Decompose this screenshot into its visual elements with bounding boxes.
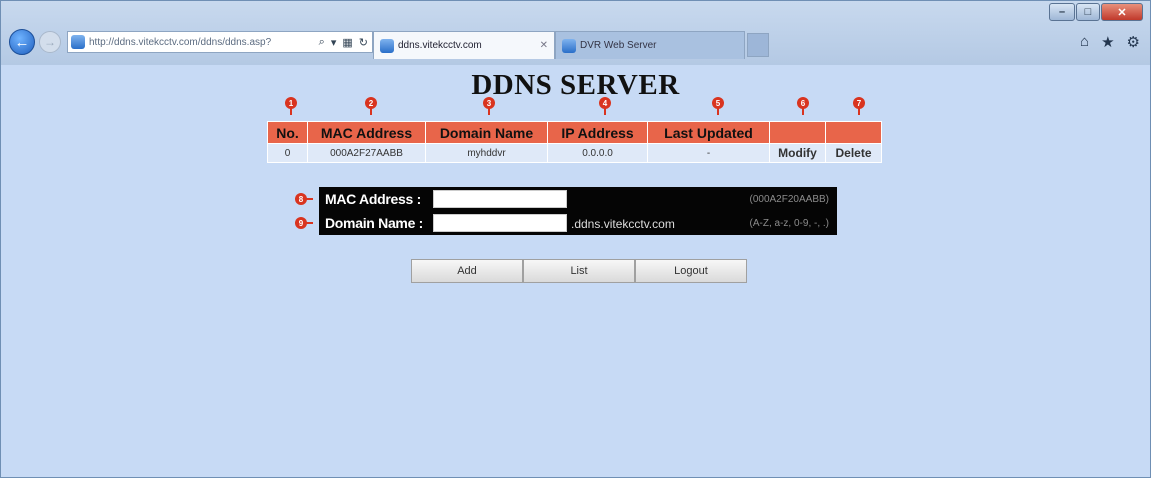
- tab-ddns[interactable]: ddns.vitekcctv.com ✕: [373, 31, 555, 59]
- domain-name-input[interactable]: [433, 214, 567, 232]
- forward-arrow-icon[interactable]: →: [39, 31, 61, 53]
- modify-link[interactable]: Modify: [769, 143, 826, 163]
- tab-page-icon: [562, 38, 576, 53]
- col-header-domain: Domain Name: [425, 121, 548, 144]
- col-header-modify: [769, 121, 826, 144]
- marker-7: 7: [853, 97, 865, 115]
- tab-page-icon: [380, 38, 394, 53]
- browser-chrome: – □ ✕ ← → http://ddns.vitekcctv.com/ddns…: [1, 1, 1150, 65]
- marker-8: 8: [295, 193, 313, 205]
- address-tools: ⌕ ▾ ▦ ↻: [319, 36, 372, 49]
- minimize-button[interactable]: –: [1049, 3, 1075, 21]
- address-bar[interactable]: http://ddns.vitekcctv.com/ddns/ddns.asp?…: [67, 31, 373, 53]
- tab-close-icon[interactable]: ✕: [540, 40, 548, 51]
- gear-icon[interactable]: ⚙: [1127, 33, 1140, 51]
- page-title: DDNS SERVER: [471, 69, 680, 101]
- favorites-star-icon[interactable]: ★: [1101, 33, 1114, 51]
- browser-window: – □ ✕ ← → http://ddns.vitekcctv.com/ddns…: [0, 0, 1151, 478]
- col-header-updated: Last Updated: [647, 121, 770, 144]
- window-controls: – □ ✕: [1048, 3, 1144, 23]
- page-content: DDNS SERVER 1 2 3 4 5 6 7 8 9 No. MAC Ad…: [1, 65, 1150, 477]
- action-buttons: Add List Logout: [411, 259, 747, 283]
- search-icon[interactable]: ⌕: [319, 36, 325, 49]
- page-icon: [71, 35, 85, 49]
- marker-2: 2: [365, 97, 377, 115]
- mac-address-input[interactable]: [433, 190, 567, 208]
- cell-ip: 0.0.0.0: [547, 143, 648, 163]
- dropdown-icon[interactable]: ▾: [331, 36, 337, 49]
- maximize-button[interactable]: □: [1076, 3, 1100, 21]
- tab-dvr-web-server[interactable]: DVR Web Server: [555, 31, 745, 59]
- navigation-bar: ← → http://ddns.vitekcctv.com/ddns/ddns.…: [1, 25, 1150, 59]
- mac-address-hint: (000A2F20AABB): [749, 194, 830, 205]
- address-url: http://ddns.vitekcctv.com/ddns/ddns.asp?: [89, 36, 272, 48]
- col-header-mac: MAC Address: [307, 121, 426, 144]
- logout-button[interactable]: Logout: [635, 259, 747, 283]
- table-header-row: No. MAC Address Domain Name IP Address L…: [267, 121, 882, 144]
- delete-link[interactable]: Delete: [825, 143, 882, 163]
- marker-3: 3: [483, 97, 495, 115]
- cell-domain: myhddvr: [425, 143, 548, 163]
- marker-4: 4: [599, 97, 611, 115]
- ddns-form: MAC Address : (000A2F20AABB) Domain Name…: [319, 187, 837, 235]
- col-header-delete: [825, 121, 882, 144]
- tab-label: ddns.vitekcctv.com: [398, 40, 482, 51]
- new-tab-button[interactable]: [747, 33, 769, 57]
- cell-updated: -: [647, 143, 770, 163]
- close-window-button[interactable]: ✕: [1101, 3, 1143, 21]
- domain-suffix: .ddns.vitekcctv.com: [571, 217, 675, 231]
- ddns-table: No. MAC Address Domain Name IP Address L…: [267, 121, 882, 163]
- home-icon[interactable]: ⌂: [1080, 33, 1089, 51]
- tab-label: DVR Web Server: [580, 40, 657, 51]
- col-header-no: No.: [267, 121, 308, 144]
- add-button[interactable]: Add: [411, 259, 523, 283]
- browser-tools: ⌂ ★ ⚙: [1080, 33, 1140, 51]
- marker-9: 9: [295, 217, 313, 229]
- cell-mac: 000A2F27AABB: [307, 143, 426, 163]
- back-arrow-icon[interactable]: ←: [9, 29, 35, 55]
- marker-6: 6: [797, 97, 809, 115]
- domain-name-hint: (A-Z, a-z, 0-9, -, .): [749, 218, 829, 229]
- compatibility-icon[interactable]: ▦: [342, 36, 352, 49]
- table-row: 0 000A2F27AABB myhddvr 0.0.0.0 - Modify …: [267, 143, 882, 163]
- mac-address-label: MAC Address :: [325, 191, 421, 207]
- list-button[interactable]: List: [523, 259, 635, 283]
- marker-1: 1: [285, 97, 297, 115]
- col-header-ip: IP Address: [547, 121, 648, 144]
- cell-no: 0: [267, 143, 308, 163]
- refresh-icon[interactable]: ↻: [359, 36, 368, 49]
- domain-name-label: Domain Name :: [325, 215, 424, 231]
- marker-5: 5: [712, 97, 724, 115]
